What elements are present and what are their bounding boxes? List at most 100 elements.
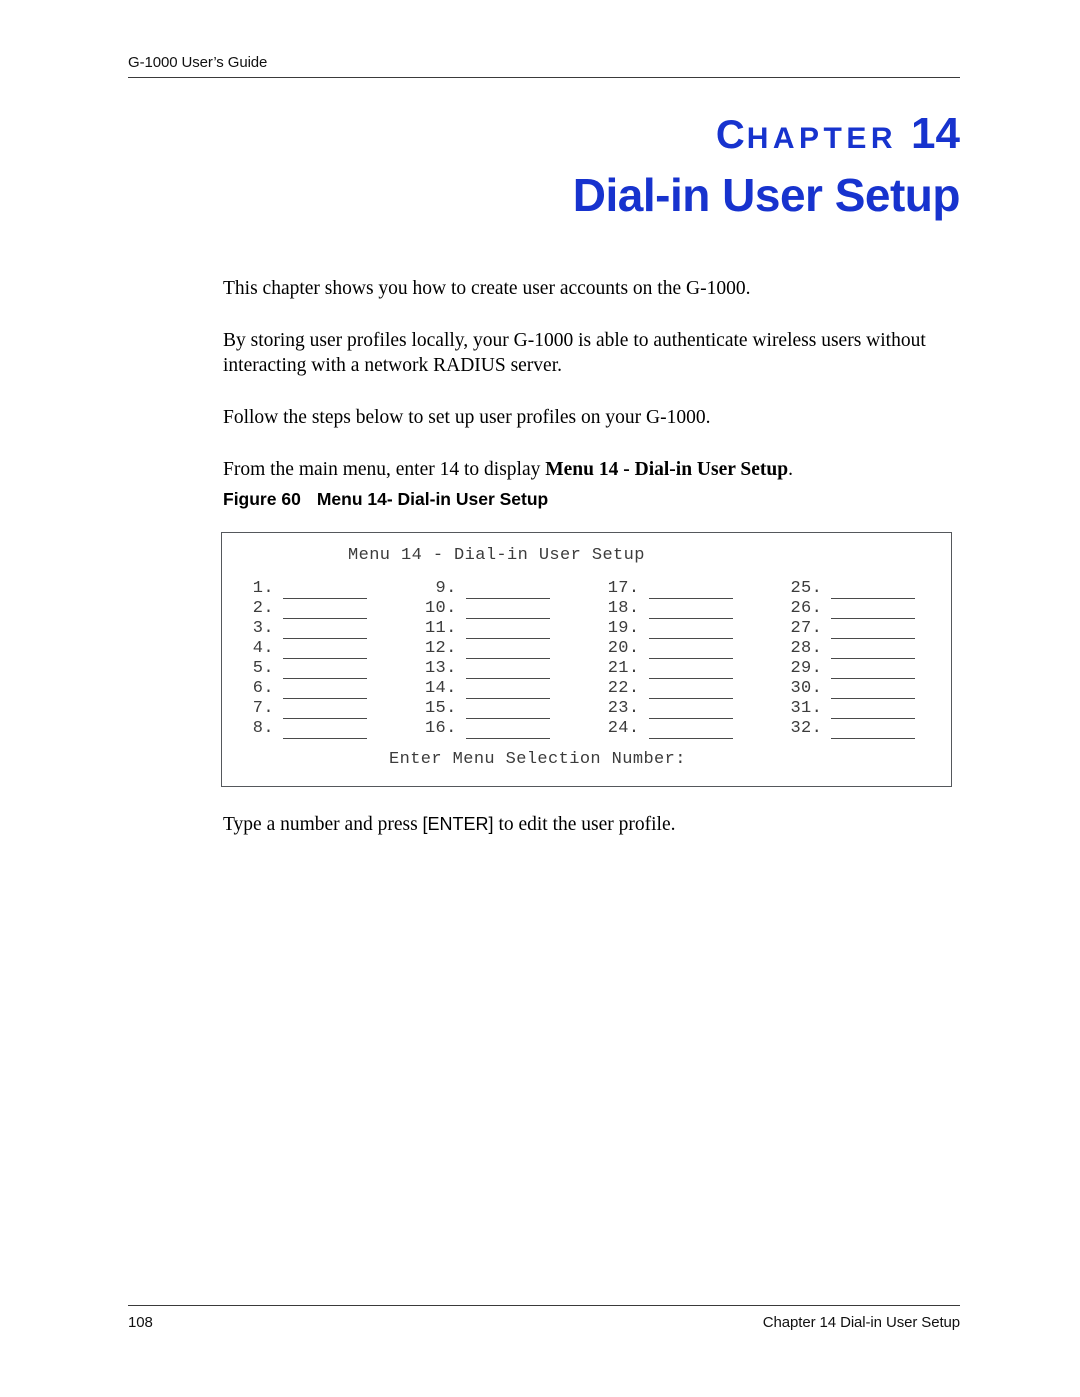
- terminal-menu-entry-number: 25.: [790, 579, 823, 598]
- paragraph-main-menu: From the main menu, enter 14 to display …: [223, 457, 958, 482]
- terminal-menu-entry-number: 12.: [424, 639, 457, 658]
- terminal-menu-entry[interactable]: 6.: [222, 679, 405, 699]
- terminal-menu-entry[interactable]: 31.: [770, 699, 951, 719]
- terminal-menu-entry-number: 24.: [607, 719, 640, 738]
- terminal-menu-entry-blank-field[interactable]: [831, 683, 916, 699]
- terminal-menu-entry-blank-field[interactable]: [831, 623, 916, 639]
- terminal-menu-entry-blank-field[interactable]: [648, 583, 733, 599]
- terminal-menu-entry-number: 31.: [790, 699, 823, 718]
- terminal-menu-entry-blank-field[interactable]: [465, 583, 550, 599]
- terminal-menu-entry-blank-field[interactable]: [648, 663, 733, 679]
- terminal-menu-entry-blank-field[interactable]: [831, 703, 916, 719]
- chapter-label-rest: HAPTER: [746, 122, 898, 155]
- terminal-menu-entry[interactable]: 9.: [405, 579, 588, 599]
- page-title: Dial-in User Setup: [572, 169, 961, 221]
- terminal-menu-entry-blank-field[interactable]: [283, 723, 367, 739]
- terminal-menu-entry-number: 28.: [790, 639, 823, 658]
- terminal-menu-entry[interactable]: 16.: [405, 719, 588, 739]
- terminal-menu-entry-blank-field[interactable]: [648, 643, 733, 659]
- terminal-menu-row: 8. 16. 24. 32.: [222, 719, 951, 739]
- chapter-label-initial: C: [715, 113, 747, 157]
- terminal-menu-entry[interactable]: 15.: [405, 699, 588, 719]
- terminal-menu-entry-blank-field[interactable]: [831, 583, 916, 599]
- terminal-menu-entry-blank-field[interactable]: [283, 663, 367, 679]
- after-figure-prefix: Type a number and press: [223, 814, 423, 835]
- terminal-menu-entry-blank-field[interactable]: [283, 643, 367, 659]
- terminal-menu-entry-number: 18.: [607, 599, 640, 618]
- terminal-menu-entry[interactable]: 29.: [770, 659, 951, 679]
- terminal-menu-entry-blank-field[interactable]: [648, 603, 733, 619]
- terminal-menu-entry[interactable]: 12.: [405, 639, 588, 659]
- terminal-menu-entry-number: 29.: [790, 659, 823, 678]
- terminal-menu-entry[interactable]: 25.: [770, 579, 951, 599]
- terminal-menu-entry-blank-field[interactable]: [831, 723, 916, 739]
- terminal-menu-entry-blank-field[interactable]: [465, 683, 550, 699]
- terminal-menu-figure: Menu 14 - Dial-in User Setup 1. 9. 17. 25. 2…: [221, 532, 952, 787]
- terminal-menu-entry[interactable]: 28.: [770, 639, 951, 659]
- enter-key-label: [ENTER]: [422, 814, 494, 834]
- terminal-menu-entry[interactable]: 3.: [222, 619, 405, 639]
- terminal-menu-entry[interactable]: 17.: [588, 579, 771, 599]
- terminal-menu-entry-number: 22.: [607, 679, 640, 698]
- terminal-menu-entry-grid: 1. 9. 17. 25. 2. 10. 18. 26. 3. 11. 19. 27. 4. 12. 20.…: [222, 579, 951, 739]
- terminal-menu-entry[interactable]: 10.: [405, 599, 588, 619]
- terminal-menu-entry-blank-field[interactable]: [465, 643, 550, 659]
- terminal-menu-entry[interactable]: 7.: [222, 699, 405, 719]
- terminal-menu-entry[interactable]: 22.: [588, 679, 771, 699]
- terminal-menu-entry[interactable]: 18.: [588, 599, 771, 619]
- terminal-menu-entry[interactable]: 2.: [222, 599, 405, 619]
- terminal-menu-entry[interactable]: 1.: [222, 579, 405, 599]
- terminal-menu-entry[interactable]: 32.: [770, 719, 951, 739]
- terminal-menu-entry-number: 8.: [252, 719, 274, 738]
- terminal-menu-entry-number: 9.: [435, 579, 457, 598]
- terminal-menu-row: 4. 12. 20. 28.: [222, 639, 951, 659]
- terminal-menu-entry[interactable]: 20.: [588, 639, 771, 659]
- terminal-menu-entry-blank-field[interactable]: [283, 623, 367, 639]
- terminal-menu-entry[interactable]: 21.: [588, 659, 771, 679]
- terminal-menu-entry-blank-field[interactable]: [465, 723, 550, 739]
- figure-caption-label: Figure 60: [223, 489, 301, 509]
- chapter-label: CHAPTER: [716, 115, 898, 155]
- document-page: G-1000 User’s Guide CHAPTER 14 Dial-in Us…: [0, 0, 1080, 1397]
- terminal-menu-entry[interactable]: 11.: [405, 619, 588, 639]
- terminal-menu-entry[interactable]: 24.: [588, 719, 771, 739]
- terminal-menu-entry[interactable]: 5.: [222, 659, 405, 679]
- terminal-menu-entry[interactable]: 8.: [222, 719, 405, 739]
- terminal-menu-entry-blank-field[interactable]: [831, 643, 916, 659]
- terminal-menu-entry-blank-field[interactable]: [831, 603, 916, 619]
- terminal-menu-entry[interactable]: 4.: [222, 639, 405, 659]
- terminal-menu-entry[interactable]: 27.: [770, 619, 951, 639]
- terminal-menu-entry-blank-field[interactable]: [465, 663, 550, 679]
- terminal-menu-entry-number: 5.: [252, 659, 274, 678]
- terminal-menu-entry[interactable]: 19.: [588, 619, 771, 639]
- terminal-menu-entry-blank-field[interactable]: [283, 683, 367, 699]
- terminal-menu-entry-blank-field[interactable]: [283, 703, 367, 719]
- terminal-menu-entry-blank-field[interactable]: [648, 703, 733, 719]
- chapter-number: 14: [911, 109, 960, 158]
- chapter-heading-block: CHAPTER 14 Dial-in User Setup: [128, 109, 961, 221]
- terminal-menu-entry[interactable]: 13.: [405, 659, 588, 679]
- page-footer: 108 Chapter 14 Dial-in User Setup: [128, 1305, 960, 1331]
- terminal-menu-entry-blank-field[interactable]: [465, 703, 550, 719]
- terminal-menu-entry-blank-field[interactable]: [831, 663, 916, 679]
- terminal-menu-entry-blank-field[interactable]: [648, 683, 733, 699]
- header-divider-rule: [128, 77, 960, 78]
- footer-divider-rule: [128, 1305, 960, 1306]
- terminal-menu-entry[interactable]: 23.: [588, 699, 771, 719]
- terminal-menu-entry-number: 21.: [607, 659, 640, 678]
- terminal-menu-entry[interactable]: 30.: [770, 679, 951, 699]
- terminal-menu-entry-number: 15.: [424, 699, 457, 718]
- terminal-menu-entry-blank-field[interactable]: [465, 603, 550, 619]
- terminal-menu-entry-number: 6.: [252, 679, 274, 698]
- terminal-menu-entry-blank-field[interactable]: [283, 583, 367, 599]
- terminal-menu-entry[interactable]: 14.: [405, 679, 588, 699]
- terminal-menu-entry[interactable]: 26.: [770, 599, 951, 619]
- terminal-menu-entry-blank-field[interactable]: [648, 623, 733, 639]
- terminal-menu-entry-number: 23.: [607, 699, 640, 718]
- paragraph-intro: This chapter shows you how to create use…: [223, 278, 751, 299]
- terminal-menu-entry-number: 26.: [790, 599, 823, 618]
- terminal-menu-entry-blank-field[interactable]: [648, 723, 733, 739]
- terminal-menu-row: 6. 14. 22. 30.: [222, 679, 951, 699]
- terminal-menu-entry-blank-field[interactable]: [283, 603, 367, 619]
- terminal-menu-entry-blank-field[interactable]: [465, 623, 550, 639]
